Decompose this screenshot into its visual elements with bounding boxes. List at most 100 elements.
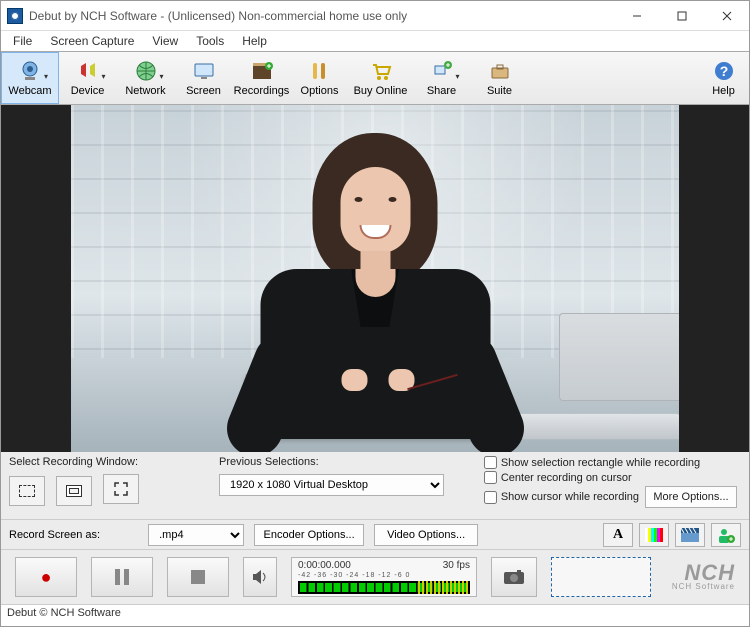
menu-tools[interactable]: Tools bbox=[188, 32, 232, 50]
app-icon bbox=[7, 8, 23, 24]
toolbar-recordings[interactable]: Recordings bbox=[233, 52, 291, 104]
stop-icon bbox=[191, 570, 205, 584]
stop-button[interactable] bbox=[167, 557, 229, 597]
camera-icon bbox=[504, 570, 524, 584]
toolbar-label: Buy Online bbox=[354, 85, 408, 97]
status-bar: Debut © NCH Software bbox=[1, 604, 749, 624]
close-button[interactable] bbox=[704, 1, 749, 30]
crop-fullscreen-icon bbox=[113, 481, 129, 497]
toolbar-label: Suite bbox=[487, 85, 512, 97]
chevron-down-icon: ▾ bbox=[101, 72, 105, 81]
toolbar-label: Recordings bbox=[234, 85, 290, 97]
previous-selections-dropdown[interactable]: 1920 x 1080 Virtual Desktop bbox=[219, 474, 444, 496]
nch-tagline: NCH Software bbox=[672, 582, 735, 591]
color-bars-icon bbox=[645, 528, 663, 542]
maximize-icon bbox=[677, 11, 687, 21]
toolbar-network[interactable]: ▾ Network bbox=[117, 52, 175, 104]
preview-pillar-left bbox=[1, 105, 71, 452]
network-icon: ▾ bbox=[134, 59, 158, 83]
show-cursor-checkbox[interactable]: Show cursor while recording bbox=[484, 491, 639, 504]
record-as-label: Record Screen as: bbox=[9, 529, 100, 541]
maximize-button[interactable] bbox=[659, 1, 704, 30]
add-overlay-button[interactable] bbox=[711, 523, 741, 547]
toolbar-label: Network bbox=[125, 85, 165, 97]
format-dropdown[interactable]: .mp4 bbox=[148, 524, 244, 546]
previous-selections-label: Previous Selections: bbox=[219, 456, 449, 468]
toolbar-label: Help bbox=[712, 85, 735, 97]
toolbar-options[interactable]: Options bbox=[291, 52, 349, 104]
text-icon: A bbox=[613, 527, 623, 543]
toolbar-share[interactable]: ▾ Share bbox=[413, 52, 471, 104]
output-settings-panel: Record Screen as: .mp4 Encoder Options..… bbox=[1, 520, 749, 550]
toolbar-label: Device bbox=[71, 85, 105, 97]
pause-icon bbox=[115, 569, 129, 585]
menu-screen-capture[interactable]: Screen Capture bbox=[42, 32, 142, 50]
crop-window-button[interactable] bbox=[56, 476, 92, 506]
crop-fullscreen-button[interactable] bbox=[103, 474, 139, 504]
menu-view[interactable]: View bbox=[144, 32, 186, 50]
recordings-icon bbox=[250, 59, 274, 83]
select-window-label: Select Recording Window: bbox=[9, 456, 199, 468]
toolbar-label: Options bbox=[301, 85, 339, 97]
title-bar: Debut by NCH Software - (Unlicensed) Non… bbox=[1, 1, 749, 31]
center-cursor-checkbox[interactable]: Center recording on cursor bbox=[484, 471, 737, 484]
menu-help[interactable]: Help bbox=[234, 32, 275, 50]
capture-settings-panel: Select Recording Window: Previous Select… bbox=[1, 452, 749, 520]
snapshot-button[interactable] bbox=[491, 557, 537, 597]
show-selection-checkbox[interactable]: Show selection rectangle while recording bbox=[484, 456, 737, 469]
speaker-icon bbox=[252, 570, 268, 584]
webcam-icon: ▾ bbox=[18, 59, 42, 83]
svg-text:?: ? bbox=[719, 63, 728, 79]
window-title: Debut by NCH Software - (Unlicensed) Non… bbox=[29, 9, 614, 23]
crop-freeform-button[interactable] bbox=[9, 476, 45, 506]
minimize-icon bbox=[632, 11, 642, 21]
fps-readout: 30 fps bbox=[443, 560, 470, 571]
illustration-person bbox=[313, 133, 438, 283]
menu-bar: File Screen Capture View Tools Help bbox=[1, 31, 749, 51]
more-options-button[interactable]: More Options... bbox=[645, 486, 737, 508]
preview-pillar-right bbox=[679, 105, 749, 452]
text-overlay-button[interactable]: A bbox=[603, 523, 633, 547]
pause-button[interactable] bbox=[91, 557, 153, 597]
screen-icon bbox=[192, 59, 216, 83]
toolbar-buy-online[interactable]: Buy Online bbox=[349, 52, 413, 104]
toolbar-label: Webcam bbox=[8, 85, 51, 97]
close-icon bbox=[722, 11, 732, 21]
menu-file[interactable]: File bbox=[5, 32, 40, 50]
person-add-icon bbox=[717, 527, 735, 543]
minimize-button[interactable] bbox=[614, 1, 659, 30]
record-button[interactable]: ● bbox=[15, 557, 77, 597]
preview-frame bbox=[71, 105, 679, 452]
level-meter bbox=[298, 581, 470, 594]
toolbar-suite[interactable]: Suite bbox=[471, 52, 529, 104]
device-icon: ▾ bbox=[76, 59, 100, 83]
video-options-button[interactable]: Video Options... bbox=[374, 524, 478, 546]
color-adjust-button[interactable] bbox=[639, 523, 669, 547]
nch-logo: NCH bbox=[672, 564, 735, 582]
preview-area bbox=[1, 105, 749, 452]
toolbar-webcam[interactable]: ▾ Webcam bbox=[1, 52, 59, 104]
branding: NCH NCH Software bbox=[672, 564, 735, 591]
toolbar-help[interactable]: ? Help bbox=[699, 52, 749, 104]
illustration-laptop bbox=[499, 313, 679, 448]
toolbar-device[interactable]: ▾ Device bbox=[59, 52, 117, 104]
meter-ticks: -42 -36 -30 -24 -18 -12 -6 0 bbox=[298, 572, 470, 579]
suite-icon bbox=[488, 59, 512, 83]
audio-toggle-button[interactable] bbox=[243, 557, 277, 597]
thumbnail-slot[interactable] bbox=[551, 557, 651, 597]
effects-button[interactable] bbox=[675, 523, 705, 547]
crop-window-icon bbox=[66, 485, 82, 497]
cart-icon bbox=[369, 59, 393, 83]
options-icon bbox=[308, 59, 332, 83]
chevron-down-icon: ▾ bbox=[44, 72, 48, 81]
toolbar-screen[interactable]: Screen bbox=[175, 52, 233, 104]
recording-meter: 0:00:00.000 30 fps -42 -36 -30 -24 -18 -… bbox=[291, 557, 477, 597]
chevron-down-icon: ▾ bbox=[455, 72, 459, 81]
crop-freeform-icon bbox=[19, 485, 35, 497]
clapper-icon bbox=[681, 528, 699, 542]
toolbar-label: Share bbox=[427, 85, 456, 97]
encoder-options-button[interactable]: Encoder Options... bbox=[254, 524, 364, 546]
toolbar-label: Screen bbox=[186, 85, 221, 97]
record-icon: ● bbox=[41, 567, 52, 588]
main-toolbar: ▾ Webcam ▾ Device ▾ Network Screen Recor… bbox=[1, 51, 749, 105]
